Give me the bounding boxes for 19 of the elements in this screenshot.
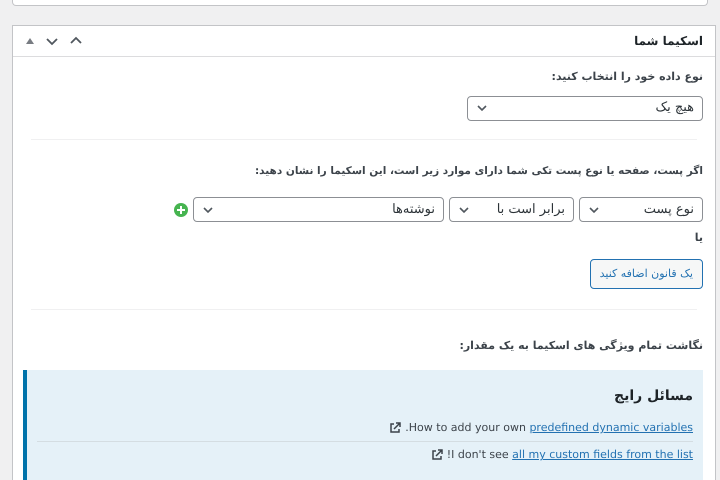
data-type-select[interactable]: هیچ یک	[467, 96, 703, 120]
rule-value-select[interactable]: نوشته‌ها	[193, 197, 444, 222]
external-link-icon	[389, 422, 402, 434]
notice-text: How to add your own predefined dynamic variables .	[405, 421, 693, 436]
rule-operator-select[interactable]: برابر است با	[449, 197, 574, 222]
rule-param-select[interactable]: نوع پست	[579, 197, 703, 222]
mapping-label: نگاشت تمام ویژگی های اسکیما به یک مقدار:	[458, 338, 703, 354]
notice-title: مسائل رایج	[612, 387, 693, 406]
or-label: یا	[694, 230, 703, 246]
notice-link[interactable]: all my custom fields from the list	[512, 448, 693, 462]
toggle-panel-button[interactable]	[25, 37, 35, 45]
external-link-icon	[430, 449, 443, 462]
notice-link[interactable]: predefined dynamic variables	[529, 421, 693, 434]
panel-title: اسکیما شما	[634, 33, 703, 50]
data-type-label: نوع داده خود را انتخاب کنید:	[550, 69, 703, 85]
rules-label: اگر پست، صفحه یا نوع پست تکی شما دارای موارد زیر است، این اسکیما را نشان دهید:	[254, 164, 703, 179]
add-icon[interactable]	[174, 202, 188, 217]
notice-text: I don't see all my custom fields from the list !	[446, 448, 693, 462]
add-rule-button[interactable]: یک قانون اضافه کنید	[590, 258, 703, 289]
